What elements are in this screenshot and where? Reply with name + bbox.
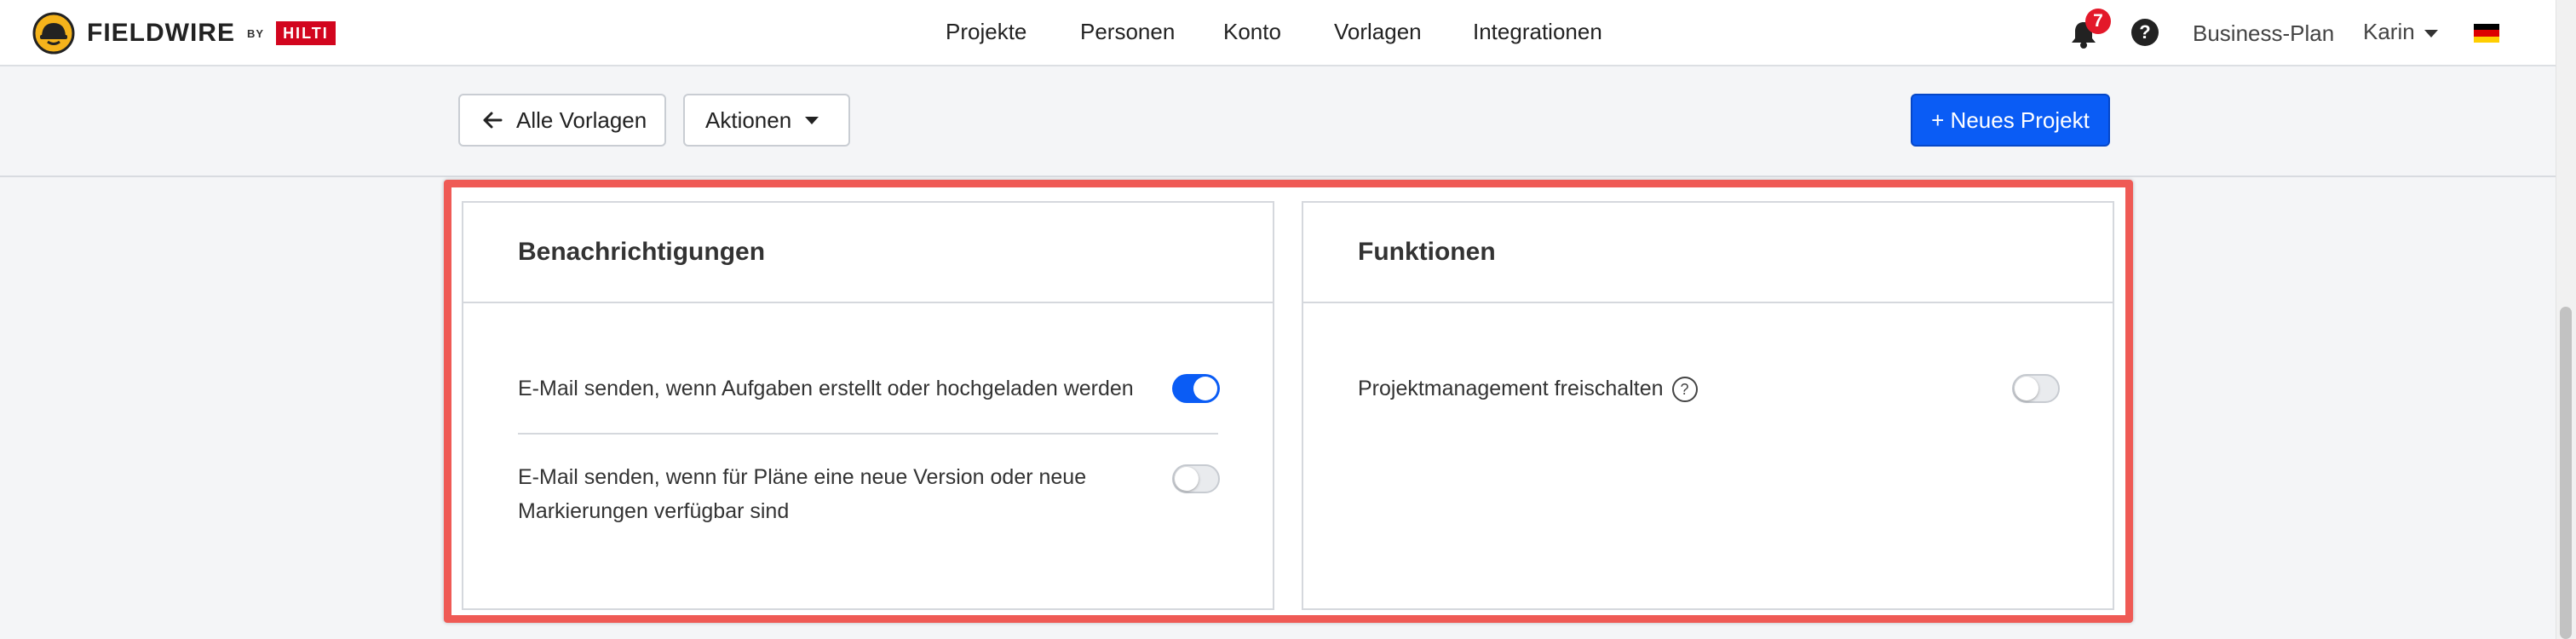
help-icon[interactable]: ?	[2131, 19, 2159, 46]
project-management-toggle[interactable]	[2012, 374, 2060, 403]
actions-dropdown[interactable]: Aktionen	[683, 94, 850, 147]
row-divider	[518, 433, 1218, 435]
helmet-logo-icon	[32, 12, 75, 55]
notifications-card: Benachrichtigungen E-Mail senden, wenn A…	[462, 201, 1274, 610]
top-navbar: FIELDWIRE BY HILTI Projekte Personen Kon…	[0, 0, 2556, 66]
brand-by: BY	[247, 26, 265, 40]
german-flag-icon[interactable]	[2474, 24, 2499, 43]
fieldwire-logo[interactable]: FIELDWIRE BY HILTI	[32, 12, 336, 55]
hilti-logo: HILTI	[276, 21, 336, 45]
caret-down-icon	[805, 116, 819, 124]
all-templates-button[interactable]: Alle Vorlagen	[458, 94, 666, 147]
notification-row-plans: E-Mail senden, wenn für Pläne eine neue …	[518, 460, 1218, 528]
notification-row-tasks: E-Mail senden, wenn Aufgaben erstellt od…	[518, 371, 1218, 406]
notifications-title: Benachrichtigungen	[518, 238, 766, 266]
nav-integrationen[interactable]: Integrationen	[1473, 19, 1602, 45]
features-card-header: Funktionen	[1303, 203, 2113, 303]
notification-tasks-label: E-Mail senden, wenn Aufgaben erstellt od…	[518, 377, 1134, 400]
chevron-down-icon[interactable]	[2424, 30, 2438, 37]
arrow-left-icon	[483, 112, 503, 129]
nav-personen[interactable]: Personen	[1080, 19, 1175, 45]
features-title: Funktionen	[1358, 238, 1496, 266]
template-toolbar: Alle Vorlagen Aktionen + Neues Projekt	[0, 66, 2556, 177]
notification-count-badge: 7	[2085, 9, 2111, 34]
user-menu[interactable]: Karin	[2363, 19, 2415, 45]
question-circle-icon[interactable]: ?	[1671, 377, 1698, 403]
brand-name: FIELDWIRE	[87, 19, 235, 47]
all-templates-label: Alle Vorlagen	[516, 106, 647, 133]
email-plans-toggle[interactable]	[1172, 464, 1220, 493]
nav-projekte[interactable]: Projekte	[946, 19, 1026, 45]
scrollbar-thumb[interactable]	[2560, 307, 2572, 639]
nav-konto[interactable]: Konto	[1223, 19, 1281, 45]
actions-label: Aktionen	[705, 106, 792, 133]
feature-row-project-management: Projektmanagement freischalten?	[1358, 371, 2058, 406]
notifications-card-header: Benachrichtigungen	[463, 203, 1273, 303]
features-card: Funktionen Projektmanagement freischalte…	[1302, 201, 2114, 610]
email-tasks-toggle[interactable]	[1172, 374, 1220, 403]
new-project-button[interactable]: + Neues Projekt	[1911, 94, 2110, 147]
plan-link[interactable]: Business-Plan	[2193, 20, 2334, 47]
project-management-label: Projektmanagement freischalten	[1358, 377, 1664, 400]
notification-plans-label-line1: E-Mail senden, wenn für Pläne eine neue …	[518, 465, 1087, 489]
nav-vorlagen[interactable]: Vorlagen	[1334, 19, 1422, 45]
notification-plans-label-line2: Markierungen verfügbar sind	[518, 499, 790, 523]
